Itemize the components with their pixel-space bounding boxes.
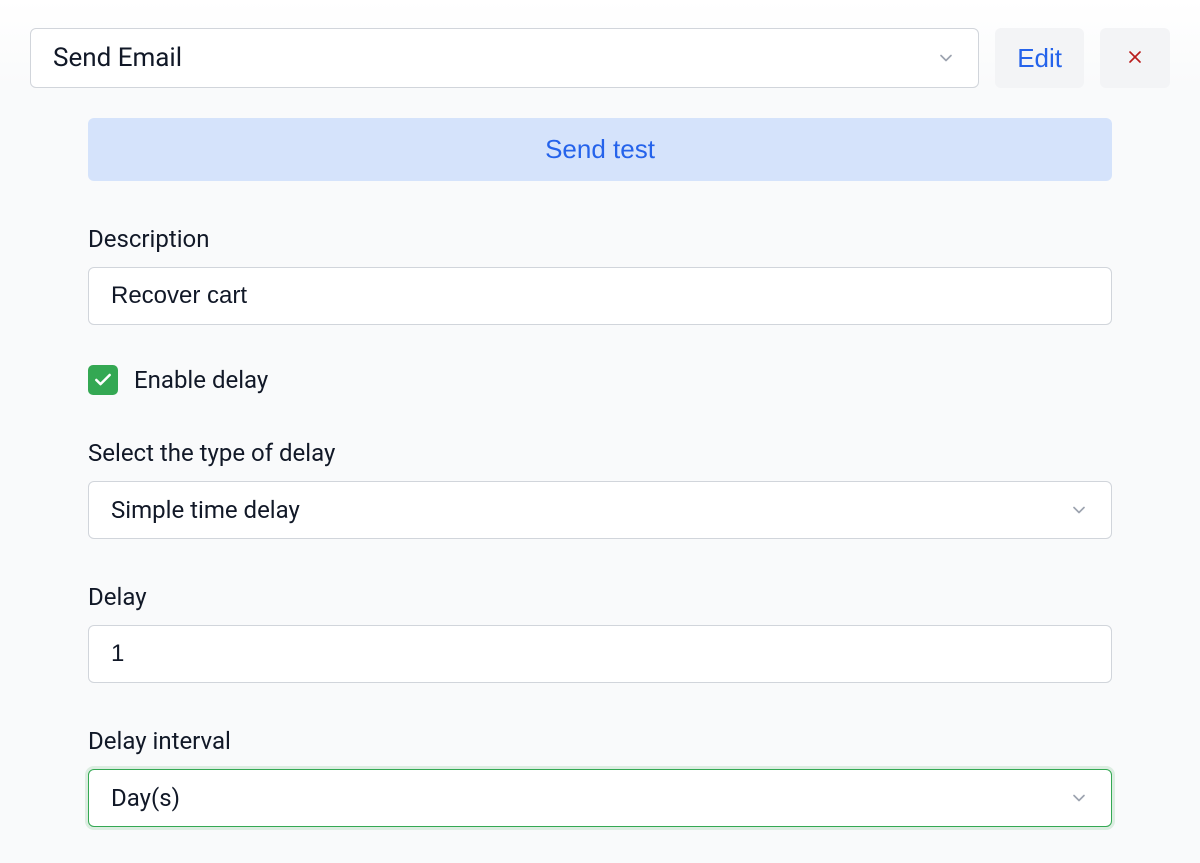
action-dropdown-label: Send Email — [53, 43, 182, 73]
delay-interval-select[interactable]: Day(s) — [88, 769, 1112, 827]
enable-delay-label: Enable delay — [134, 366, 268, 394]
enable-delay-row: Enable delay — [88, 365, 1112, 395]
enable-delay-checkbox[interactable] — [88, 365, 118, 395]
delay-interval-value: Day(s) — [111, 784, 180, 812]
edit-button-label: Edit — [1017, 43, 1062, 74]
action-dropdown[interactable]: Send Email — [30, 28, 979, 88]
edit-button[interactable]: Edit — [995, 28, 1084, 88]
delay-interval-label: Delay interval — [88, 727, 1112, 755]
send-test-label: Send test — [545, 134, 655, 164]
chevron-down-icon — [936, 48, 956, 68]
delay-type-label: Select the type of delay — [88, 439, 1112, 467]
close-icon — [1125, 43, 1145, 74]
chevron-down-icon — [1069, 500, 1089, 520]
delay-type-value: Simple time delay — [111, 496, 300, 524]
form-body: Send test Description Enable delay Selec… — [30, 88, 1170, 827]
delete-button[interactable] — [1100, 28, 1170, 88]
description-label: Description — [88, 225, 1112, 253]
send-test-button[interactable]: Send test — [88, 118, 1112, 181]
chevron-down-icon — [1069, 788, 1089, 808]
delay-type-select[interactable]: Simple time delay — [88, 481, 1112, 539]
delay-label: Delay — [88, 583, 1112, 611]
delay-input[interactable] — [88, 625, 1112, 683]
header-row: Send Email Edit — [30, 28, 1170, 88]
page: Send Email Edit Send test Description En… — [0, 0, 1200, 863]
description-input[interactable] — [88, 267, 1112, 325]
check-icon — [93, 370, 113, 390]
